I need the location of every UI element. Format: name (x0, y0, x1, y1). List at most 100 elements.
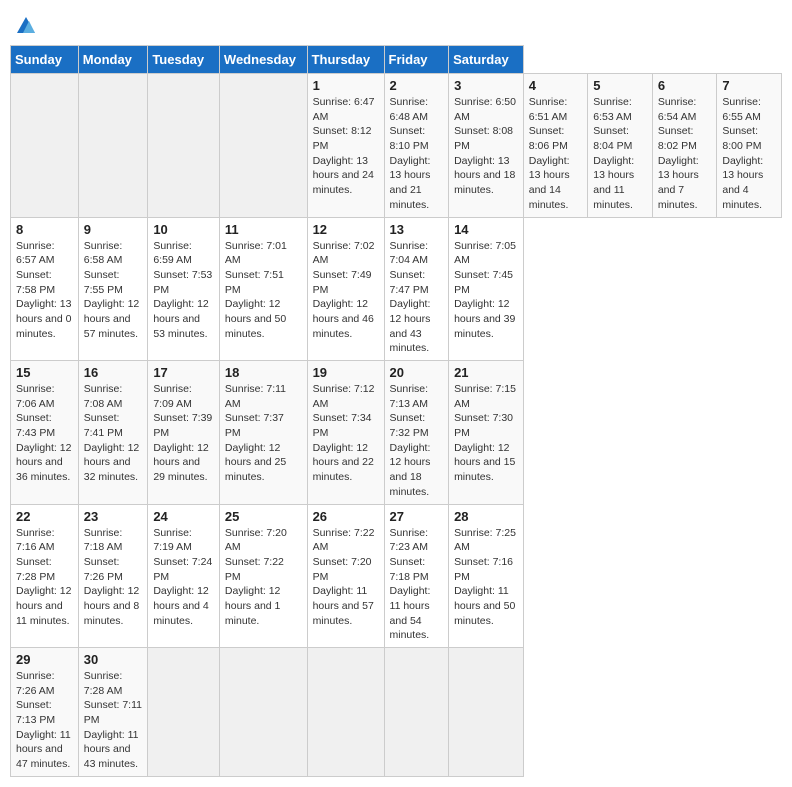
day-detail: Sunrise: 6:48 AMSunset: 8:10 PMDaylight:… (390, 95, 444, 213)
calendar-cell: 19 Sunrise: 7:12 AMSunset: 7:34 PMDayligh… (307, 361, 384, 505)
day-number: 3 (454, 78, 518, 93)
day-detail: Sunrise: 7:20 AMSunset: 7:22 PMDaylight:… (225, 526, 302, 629)
calendar-cell: 13Sunrise: 7:04 AMSunset: 7:47 PMDayligh… (384, 217, 449, 361)
calendar-cell: 14Sunrise: 7:05 AMSunset: 7:45 PMDayligh… (449, 217, 524, 361)
calendar-cell: 9 Sunrise: 6:58 AMSunset: 7:55 PMDaylight… (78, 217, 148, 361)
day-number: 30 (84, 652, 143, 667)
day-number: 18 (225, 365, 302, 380)
day-detail: Sunrise: 7:23 AMSunset: 7:18 PMDaylight:… (390, 526, 444, 644)
day-detail: Sunrise: 6:47 AMSunset: 8:12 PMDaylight:… (313, 95, 379, 198)
day-number: 10 (153, 222, 214, 237)
calendar-cell: 25 Sunrise: 7:20 AMSunset: 7:22 PMDayligh… (219, 504, 307, 648)
header-wednesday: Wednesday (219, 46, 307, 74)
day-number: 20 (390, 365, 444, 380)
calendar-cell: 6 Sunrise: 6:54 AMSunset: 8:02 PMDaylight… (652, 74, 717, 218)
day-detail: Sunrise: 7:05 AMSunset: 7:45 PMDaylight:… (454, 239, 518, 342)
calendar-cell: 2 Sunrise: 6:48 AMSunset: 8:10 PMDaylight… (384, 74, 449, 218)
day-detail: Sunrise: 6:54 AMSunset: 8:02 PMDaylight:… (658, 95, 712, 213)
calendar-week-row: 22Sunrise: 7:16 AMSunset: 7:28 PMDayligh… (11, 504, 782, 648)
day-detail: Sunrise: 7:02 AMSunset: 7:49 PMDaylight:… (313, 239, 379, 342)
day-number: 8 (16, 222, 73, 237)
day-number: 21 (454, 365, 518, 380)
header-sunday: Sunday (11, 46, 79, 74)
calendar-cell: 12 Sunrise: 7:02 AMSunset: 7:49 PMDayligh… (307, 217, 384, 361)
calendar-cell: 24 Sunrise: 7:19 AMSunset: 7:24 PMDayligh… (148, 504, 220, 648)
header-thursday: Thursday (307, 46, 384, 74)
calendar-week-row: 1 Sunrise: 6:47 AMSunset: 8:12 PMDaylight… (11, 74, 782, 218)
calendar-table: SundayMondayTuesdayWednesdayThursdayFrid… (10, 45, 782, 777)
day-number: 17 (153, 365, 214, 380)
calendar-cell (78, 74, 148, 218)
calendar-cell: 23Sunrise: 7:18 AMSunset: 7:26 PMDayligh… (78, 504, 148, 648)
calendar-cell: 27 Sunrise: 7:23 AMSunset: 7:18 PMDayligh… (384, 504, 449, 648)
day-number: 7 (722, 78, 776, 93)
calendar-cell (219, 74, 307, 218)
day-number: 11 (225, 222, 302, 237)
calendar-cell (307, 648, 384, 777)
day-number: 9 (84, 222, 143, 237)
day-detail: Sunrise: 7:08 AMSunset: 7:41 PMDaylight:… (84, 382, 143, 485)
day-number: 4 (529, 78, 583, 93)
calendar-cell (11, 74, 79, 218)
day-number: 26 (313, 509, 379, 524)
calendar-cell: 7 Sunrise: 6:55 AMSunset: 8:00 PMDaylight… (717, 74, 782, 218)
day-number: 6 (658, 78, 712, 93)
calendar-cell: 4 Sunrise: 6:51 AMSunset: 8:06 PMDaylight… (523, 74, 588, 218)
calendar-cell: 29 Sunrise: 7:26 AMSunset: 7:13 PMDayligh… (11, 648, 79, 777)
day-number: 5 (593, 78, 647, 93)
day-detail: Sunrise: 6:53 AMSunset: 8:04 PMDaylight:… (593, 95, 647, 213)
header-monday: Monday (78, 46, 148, 74)
day-detail: Sunrise: 7:13 AMSunset: 7:32 PMDaylight:… (390, 382, 444, 500)
day-number: 12 (313, 222, 379, 237)
day-detail: Sunrise: 6:51 AMSunset: 8:06 PMDaylight:… (529, 95, 583, 213)
calendar-week-row: 8Sunrise: 6:57 AMSunset: 7:58 PMDaylight… (11, 217, 782, 361)
calendar-cell: 10 Sunrise: 6:59 AMSunset: 7:53 PMDayligh… (148, 217, 220, 361)
day-number: 25 (225, 509, 302, 524)
day-number: 27 (390, 509, 444, 524)
calendar-cell: 5 Sunrise: 6:53 AMSunset: 8:04 PMDaylight… (588, 74, 653, 218)
day-detail: Sunrise: 6:55 AMSunset: 8:00 PMDaylight:… (722, 95, 776, 213)
calendar-cell: 3 Sunrise: 6:50 AMSunset: 8:08 PMDaylight… (449, 74, 524, 218)
calendar-week-row: 15 Sunrise: 7:06 AMSunset: 7:43 PMDayligh… (11, 361, 782, 505)
calendar-week-row: 29 Sunrise: 7:26 AMSunset: 7:13 PMDayligh… (11, 648, 782, 777)
logo (15, 15, 41, 37)
day-detail: Sunrise: 6:58 AMSunset: 7:55 PMDaylight:… (84, 239, 143, 342)
day-detail: Sunrise: 7:06 AMSunset: 7:43 PMDaylight:… (16, 382, 73, 485)
day-detail: Sunrise: 6:59 AMSunset: 7:53 PMDaylight:… (153, 239, 214, 342)
day-detail: Sunrise: 7:16 AMSunset: 7:28 PMDaylight:… (16, 526, 73, 629)
day-number: 24 (153, 509, 214, 524)
day-number: 29 (16, 652, 73, 667)
calendar-cell: 26Sunrise: 7:22 AMSunset: 7:20 PMDayligh… (307, 504, 384, 648)
day-detail: Sunrise: 7:19 AMSunset: 7:24 PMDaylight:… (153, 526, 214, 629)
day-detail: Sunrise: 7:18 AMSunset: 7:26 PMDaylight:… (84, 526, 143, 629)
calendar-cell: 16 Sunrise: 7:08 AMSunset: 7:41 PMDayligh… (78, 361, 148, 505)
header-saturday: Saturday (449, 46, 524, 74)
calendar-cell: 8Sunrise: 6:57 AMSunset: 7:58 PMDaylight… (11, 217, 79, 361)
day-number: 28 (454, 509, 518, 524)
calendar-cell: 18 Sunrise: 7:11 AMSunset: 7:37 PMDayligh… (219, 361, 307, 505)
day-detail: Sunrise: 7:28 AMSunset: 7:11 PMDaylight:… (84, 669, 143, 772)
day-detail: Sunrise: 7:26 AMSunset: 7:13 PMDaylight:… (16, 669, 73, 772)
header-tuesday: Tuesday (148, 46, 220, 74)
day-detail: Sunrise: 7:25 AMSunset: 7:16 PMDaylight:… (454, 526, 518, 629)
calendar-cell (449, 648, 524, 777)
day-number: 1 (313, 78, 379, 93)
day-detail: Sunrise: 6:50 AMSunset: 8:08 PMDaylight:… (454, 95, 518, 198)
day-detail: Sunrise: 7:12 AMSunset: 7:34 PMDaylight:… (313, 382, 379, 485)
day-number: 16 (84, 365, 143, 380)
day-number: 2 (390, 78, 444, 93)
logo-icon (15, 15, 37, 37)
day-number: 15 (16, 365, 73, 380)
calendar-cell: 15 Sunrise: 7:06 AMSunset: 7:43 PMDayligh… (11, 361, 79, 505)
calendar-header-row: SundayMondayTuesdayWednesdayThursdayFrid… (11, 46, 782, 74)
day-number: 19 (313, 365, 379, 380)
calendar-cell: 21 Sunrise: 7:15 AMSunset: 7:30 PMDayligh… (449, 361, 524, 505)
calendar-cell (148, 648, 220, 777)
day-detail: Sunrise: 7:09 AMSunset: 7:39 PMDaylight:… (153, 382, 214, 485)
day-detail: Sunrise: 7:11 AMSunset: 7:37 PMDaylight:… (225, 382, 302, 485)
day-number: 13 (390, 222, 444, 237)
calendar-cell: 22Sunrise: 7:16 AMSunset: 7:28 PMDayligh… (11, 504, 79, 648)
calendar-cell (148, 74, 220, 218)
calendar-cell: 30 Sunrise: 7:28 AMSunset: 7:11 PMDayligh… (78, 648, 148, 777)
day-detail: Sunrise: 7:15 AMSunset: 7:30 PMDaylight:… (454, 382, 518, 485)
